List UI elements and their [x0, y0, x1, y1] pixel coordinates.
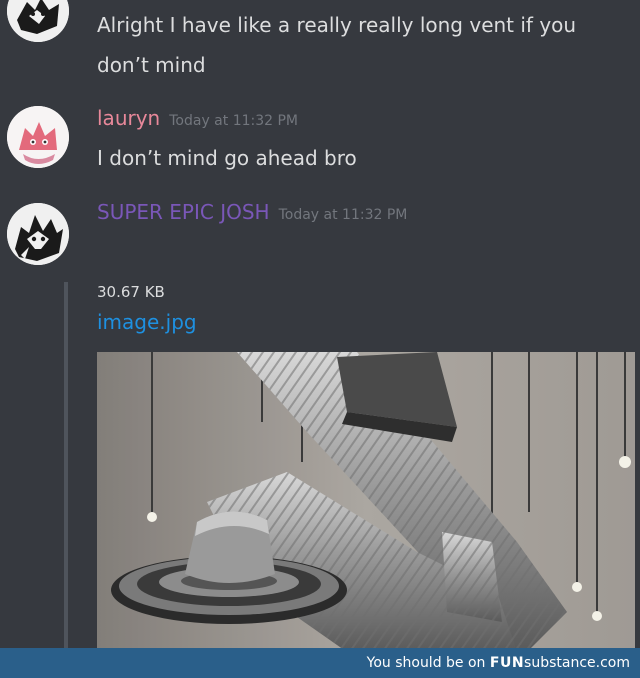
attachment-image[interactable]: [97, 352, 635, 648]
username[interactable]: lauryn: [97, 106, 160, 130]
footer-brand-rest: substance.com: [524, 655, 630, 671]
footer-prefix: You should be on: [366, 655, 486, 671]
footer-brand-bold: FUN: [489, 655, 525, 671]
message-text: don’t mind: [97, 53, 206, 77]
attachment-filesize: 30.67 KB: [97, 283, 165, 301]
lauryn-avatar-icon: [7, 106, 69, 168]
chat-log: Alright I have like a really really long…: [0, 0, 640, 648]
attachment-filename-link[interactable]: image.jpg: [97, 310, 197, 334]
josh-avatar-icon: [7, 203, 69, 265]
avatar[interactable]: [7, 0, 69, 42]
avatar[interactable]: [7, 203, 69, 265]
message-header: SUPER EPIC JOSH Today at 11:32 PM: [97, 200, 407, 224]
avatar[interactable]: [7, 106, 69, 168]
message-text: Alright I have like a really really long…: [97, 13, 577, 37]
username[interactable]: SUPER EPIC JOSH: [97, 200, 270, 224]
vent-duct-photo: [97, 352, 635, 648]
timestamp: Today at 11:32 PM: [169, 113, 299, 129]
timestamp: Today at 11:32 PM: [278, 207, 408, 223]
message-text: I don’t mind go ahead bro: [97, 146, 357, 170]
message-header: lauryn Today at 11:32 PM: [97, 106, 298, 130]
watermark-footer: You should be on FUNsubstance.com: [0, 648, 640, 678]
attachment-border: [64, 282, 68, 648]
josh-avatar-icon: [7, 0, 69, 42]
